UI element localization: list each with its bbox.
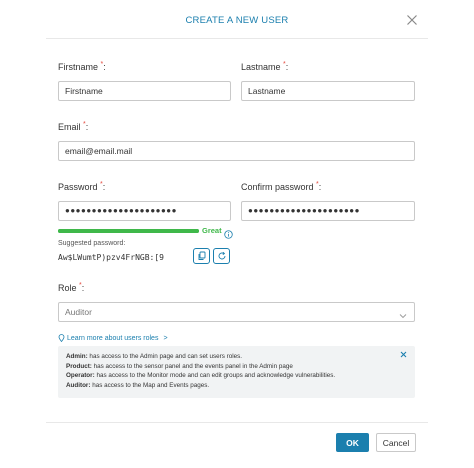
cancel-button[interactable]: Cancel xyxy=(376,433,416,452)
dialog-title: CREATE A NEW USER xyxy=(185,15,289,26)
learn-more-roles-link[interactable]: Learn more about users roles > xyxy=(58,334,168,342)
role-entry: Admin: has access to the Admin page and … xyxy=(66,353,243,360)
required-mark: * xyxy=(79,282,82,289)
password-label: Password *: xyxy=(58,181,106,192)
required-mark: * xyxy=(83,121,86,128)
confirm-password-label: Confirm password *: xyxy=(241,181,322,192)
suggested-password-value: Aw$LWumtP)pzv4FrNGB:[9 xyxy=(58,253,164,262)
required-mark: * xyxy=(316,181,319,188)
required-mark: * xyxy=(100,181,103,188)
role-label: Role *: xyxy=(58,282,85,293)
email-input[interactable] xyxy=(58,141,415,161)
firstname-label: Firstname *: xyxy=(58,61,106,72)
role-entry: Operator: has access to the Monitor mode… xyxy=(66,372,336,380)
role-selected-value: Auditor xyxy=(65,307,92,317)
password-input[interactable]: ●●●●●●●●●●●●●●●●●●●●● xyxy=(58,201,231,221)
role-entry: Auditor: has access to the Map and Event… xyxy=(66,381,210,389)
close-icon[interactable] xyxy=(400,351,407,358)
copy-icon xyxy=(197,251,207,261)
lastname-input[interactable] xyxy=(241,81,415,101)
lastname-label: Lastname *: xyxy=(241,61,289,72)
create-user-dialog: CREATE A NEW USER Firstname *: Lastname … xyxy=(0,0,474,468)
close-icon[interactable] xyxy=(406,14,418,26)
info-circle-icon[interactable] xyxy=(224,226,233,239)
required-mark: * xyxy=(100,61,104,68)
role-entry: Product: has access to the sensor panel … xyxy=(66,362,293,370)
password-strength-fill xyxy=(58,229,199,233)
copy-password-button[interactable] xyxy=(193,248,210,264)
chevron-right-icon: > xyxy=(163,334,168,342)
ok-button[interactable]: OK xyxy=(336,433,369,452)
refresh-icon xyxy=(217,251,227,261)
firstname-input[interactable] xyxy=(58,81,231,101)
header-divider xyxy=(46,38,428,39)
chevron-down-icon xyxy=(399,308,407,319)
password-strength-bar xyxy=(58,229,199,233)
map-pin-icon xyxy=(58,334,65,342)
required-mark: * xyxy=(283,61,286,68)
roles-info-box: Admin: has access to the Admin page and … xyxy=(58,346,415,398)
suggested-password-label: Suggested password: xyxy=(58,240,126,247)
confirm-password-input[interactable]: ●●●●●●●●●●●●●●●●●●●●● xyxy=(241,201,415,221)
regenerate-password-button[interactable] xyxy=(213,248,230,264)
footer-divider xyxy=(46,422,428,423)
role-select[interactable]: Auditor xyxy=(58,302,415,322)
email-label: Email *: xyxy=(58,121,89,132)
password-strength-label: Great xyxy=(202,226,222,235)
